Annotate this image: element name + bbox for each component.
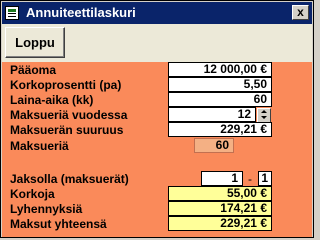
- payments-per-year-label: Maksueriä vuodessa: [10, 108, 128, 122]
- period-from-input[interactable]: 1: [201, 171, 243, 186]
- interest-rate-input[interactable]: 5,50: [168, 77, 272, 92]
- app-window: Annuiteettilaskuri x Loppu Pääoma 12 000…: [0, 0, 314, 238]
- period-repayment-label: Lyhennyksiä: [10, 202, 83, 216]
- toolbar: Loppu: [2, 24, 312, 62]
- title-bar[interactable]: Annuiteettilaskuri x: [2, 2, 312, 24]
- period-separator: -: [248, 172, 252, 186]
- period-repayment-value: 174,21 €: [168, 201, 272, 216]
- window-title: Annuiteettilaskuri: [26, 5, 136, 20]
- payment-size-label: Maksuerän suuruus: [10, 123, 124, 137]
- payment-count-value: 60: [194, 138, 234, 153]
- period-total-label: Maksut yhteensä: [10, 217, 107, 231]
- principal-label: Pääoma: [10, 63, 57, 77]
- interest-rate-label: Korkoprosentti (pa): [10, 78, 122, 92]
- spreadsheet-icon: [5, 6, 19, 20]
- principal-input[interactable]: 12 000,00 €: [168, 62, 272, 77]
- period-label: Jaksolla (maksuerät): [10, 172, 129, 186]
- period-total-value: 229,21 €: [168, 216, 272, 231]
- period-interest-value: 55,00 €: [168, 186, 272, 201]
- period-interest-label: Korkoja: [10, 187, 55, 201]
- loan-term-input[interactable]: 60: [168, 92, 272, 107]
- payment-count-label: Maksueriä: [10, 139, 69, 153]
- quit-button[interactable]: Loppu: [5, 27, 65, 58]
- calculator-panel: Pääoma 12 000,00 € Korkoprosentti (pa) 5…: [2, 62, 312, 237]
- spinner-arrows-icon[interactable]: [257, 108, 271, 123]
- payments-per-year-input[interactable]: 12: [168, 107, 256, 122]
- loan-term-label: Laina-aika (kk): [10, 93, 94, 107]
- period-to-input[interactable]: 1: [258, 171, 272, 186]
- payment-size-value: 229,21 €: [168, 122, 272, 137]
- close-button[interactable]: x: [292, 5, 309, 20]
